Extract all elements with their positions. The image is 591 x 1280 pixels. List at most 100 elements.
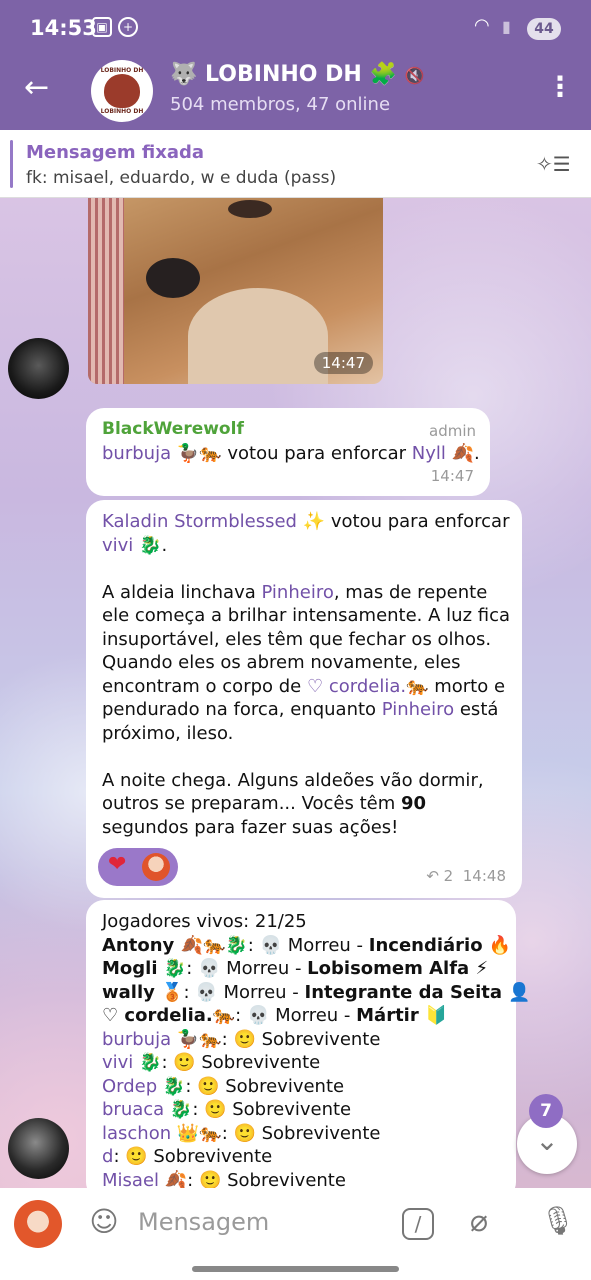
player-status: : 🙂 Sobrevivente: [185, 1075, 345, 1097]
player-row: bruaca 🐉: 🙂 Sobrevivente: [102, 1098, 512, 1122]
group-avatar-text-bottom: LOBINHO DH: [100, 108, 144, 115]
user-mention[interactable]: burbuja 🦆🐅: [102, 443, 222, 464]
player-name[interactable]: wally 🥉: [102, 982, 184, 1003]
wifi-icon: ◠: [474, 15, 490, 36]
message-time: 14:47: [430, 466, 474, 485]
player-name[interactable]: d: [102, 1146, 113, 1167]
player-status: : 🙂 Sobrevivente: [192, 1099, 352, 1120]
pinned-title: Mensagem fixada: [26, 142, 205, 163]
sender-avatar[interactable]: [8, 338, 69, 399]
player-status: : 🙂 Sobrevivente: [221, 1122, 381, 1144]
player-row: Misael 🍂: 🙂 Sobrevivente: [102, 1169, 512, 1189]
user-mention[interactable]: vivi 🐉: [102, 535, 161, 556]
player-row: Mogli 🐉: 💀 Morreu - Lobisomem Alfa ⚡: [102, 957, 512, 981]
player-row: vivi 🐉: 🙂 Sobrevivente: [102, 1051, 512, 1075]
message-bubble[interactable]: BlackWerewolf admin burbuja 🦆🐅 votou par…: [86, 408, 490, 496]
pinned-list-icon[interactable]: ✧☰: [536, 152, 571, 176]
pinned-message[interactable]: Mensagem fixada fk: misael, eduardo, w e…: [0, 130, 591, 198]
battery-indicator: 44: [527, 18, 561, 40]
player-status: : 💀 Morreu -: [247, 934, 369, 956]
reaction-chip[interactable]: ❤: [98, 848, 178, 886]
player-status: : 🙂 Sobrevivente: [161, 1052, 321, 1073]
players-header: Jogadores vivos: 21/25: [102, 911, 307, 932]
admin-badge: admin: [429, 422, 476, 440]
photo-muzzle: [188, 288, 328, 384]
player-status: : 🙂 Sobrevivente: [221, 1028, 381, 1050]
player-name[interactable]: bruaca 🐉: [102, 1099, 192, 1120]
player-status: : 💀 Morreu -: [183, 981, 305, 1003]
group-title[interactable]: 🐺 LOBINHO DH 🧩 🔇: [170, 62, 424, 87]
home-indicator[interactable]: [192, 1266, 399, 1272]
photo-curtain: [88, 198, 124, 384]
player-status: : 💀 Morreu -: [235, 1005, 357, 1026]
player-name[interactable]: Mogli 🐉: [102, 958, 186, 979]
message-time: 14:47: [313, 352, 373, 374]
player-status: : 🙂 Sobrevivente: [187, 1169, 346, 1189]
player-name[interactable]: Misael 🍂: [102, 1170, 187, 1189]
heart-icon: ❤: [108, 852, 127, 877]
status-time: 14:53: [30, 16, 97, 40]
player-status: : 💀 Morreu -: [186, 958, 308, 979]
pinned-indicator: [10, 140, 13, 188]
player-row: burbuja 🦆🐅: 🙂 Sobrevivente: [102, 1028, 512, 1052]
message-text: burbuja 🦆🐅 votou para enforcar Nyll 🍂.: [102, 443, 480, 464]
message-input-bar: ☺ Mensagem / ⌀ 🎙: [0, 1188, 591, 1280]
player-role: Mártir 🔰: [356, 1005, 448, 1026]
chevron-down-icon: ⌄: [535, 1124, 559, 1157]
player-name[interactable]: ♡ cordelia.🐅: [102, 1005, 235, 1026]
wolf-logo-icon: [104, 74, 140, 108]
alive-players-list: burbuja 🦆🐅: 🙂 Sobrevivente vivi 🐉: 🙂 Sobr…: [102, 1028, 512, 1189]
message-input[interactable]: Mensagem: [138, 1208, 269, 1236]
send-as-avatar[interactable]: [14, 1200, 62, 1248]
player-row: Ordep 🐉: 🙂 Sobrevivente: [102, 1075, 512, 1099]
player-name[interactable]: burbuja 🦆🐅: [102, 1029, 222, 1050]
player-row: Antony 🍂🐅🐉: 💀 Morreu - Incendiário 🔥: [102, 934, 512, 958]
user-mention[interactable]: Nyll 🍂: [412, 443, 474, 464]
player-name[interactable]: Antony 🍂🐅🐉: [102, 935, 248, 956]
player-role: Lobisomem Alfa ⚡: [307, 958, 489, 979]
message-text: Kaladin Stormblessed ✨ votou para enforc…: [102, 511, 511, 838]
unread-badge: 7: [529, 1094, 563, 1128]
group-avatar-text-top: LOBINHO DH: [100, 67, 144, 74]
signal-icon: ▮: [502, 17, 511, 36]
chat-header: ← LOBINHO DH LOBINHO DH 🐺 LOBINHO DH 🧩 🔇…: [0, 56, 591, 130]
player-role: Incendiário 🔥: [368, 934, 512, 956]
screenshot-icon: ▣: [92, 17, 112, 37]
player-row: laschon 👑🐅: 🙂 Sobrevivente: [102, 1122, 512, 1146]
user-mention[interactable]: Pinheiro: [382, 699, 454, 720]
mute-icon: 🔇: [404, 66, 425, 85]
group-avatar[interactable]: LOBINHO DH LOBINHO DH: [91, 60, 153, 122]
replies-count[interactable]: ↶ 2: [426, 867, 453, 885]
dead-players-list: Antony 🍂🐅🐉: 💀 Morreu - Incendiário 🔥 Mogl…: [102, 934, 531, 1028]
message-bubble[interactable]: Kaladin Stormblessed ✨ votou para enforc…: [86, 500, 522, 898]
sender-avatar[interactable]: [8, 1118, 69, 1179]
sender-name[interactable]: BlackWerewolf: [102, 418, 244, 442]
bot-command-icon[interactable]: /: [402, 1208, 434, 1240]
player-name[interactable]: laschon 👑🐅: [102, 1123, 222, 1144]
attach-icon[interactable]: ⌀: [470, 1204, 488, 1239]
message-meta: ↶ 2 14:48: [426, 865, 506, 889]
player-row: d: 🙂 Sobrevivente: [102, 1145, 512, 1169]
player-name[interactable]: Ordep 🐉: [102, 1076, 185, 1097]
photo-message[interactable]: 14:47: [88, 198, 383, 384]
photo-nose: [146, 258, 200, 298]
microphone-icon[interactable]: 🎙: [540, 1204, 576, 1237]
message-bubble[interactable]: Jogadores vivos: 21/25 Antony 🍂🐅🐉: 💀 Mor…: [86, 900, 531, 1189]
more-options-icon[interactable]: ⋮: [546, 72, 574, 102]
user-mention[interactable]: ♡ cordelia.🐅: [307, 676, 429, 697]
user-mention[interactable]: Pinheiro: [261, 582, 333, 603]
message-time: 14:48: [462, 866, 506, 885]
emoji-sticker-icon[interactable]: ☺: [86, 1204, 122, 1240]
status-bar: 14:53 ▣ + ◠ ▮ 44: [0, 0, 591, 56]
back-arrow-icon[interactable]: ←: [24, 70, 49, 106]
reactor-avatar: [142, 853, 170, 881]
chat-area[interactable]: 14:47 BlackWerewolf admin burbuja 🦆🐅 vot…: [0, 198, 591, 1188]
player-row: ♡ cordelia.🐅: 💀 Morreu - Mártir 🔰: [102, 1004, 512, 1028]
player-role: Integrante da Seita 👤: [304, 981, 531, 1003]
photo-eye: [228, 200, 272, 218]
member-count: 504 membros, 47 online: [170, 94, 391, 115]
player-name[interactable]: vivi 🐉: [102, 1052, 161, 1073]
add-icon: +: [118, 17, 138, 37]
player-status: : 🙂 Sobrevivente: [113, 1146, 273, 1167]
user-mention[interactable]: Kaladin Stormblessed ✨: [102, 511, 325, 532]
